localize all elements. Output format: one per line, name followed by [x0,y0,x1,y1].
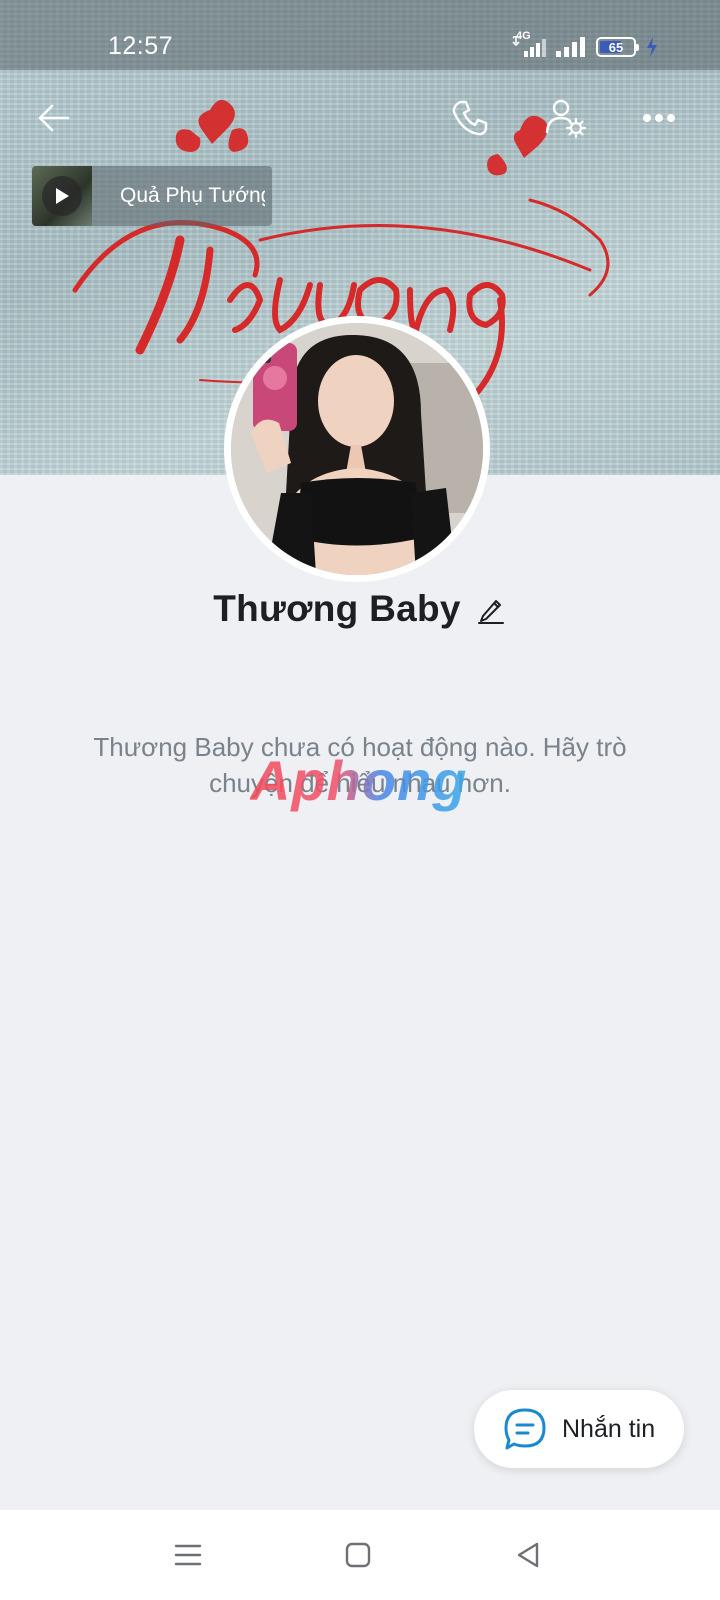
profile-name-row: Thương Baby [0,588,720,630]
profile-settings-button[interactable] [542,94,590,142]
call-button[interactable] [446,94,494,142]
pencil-icon [477,600,504,624]
profile-name: Thương Baby [213,588,461,629]
message-button-label: Nhắn tin [562,1414,656,1443]
watermark-logo: Aphong [250,749,468,812]
nav-back-button[interactable] [508,1535,548,1575]
play-icon [56,188,69,204]
music-title: Quả Phụ Tướng [120,184,265,207]
back-button[interactable] [30,94,78,142]
edit-name-button[interactable] [475,593,507,625]
status-icons: 4G 65 [510,30,658,58]
battery-icon: 65 [596,37,639,57]
user-gear-icon [545,99,587,139]
more-horizontal-icon [643,114,675,122]
profile-music-chip[interactable]: Quả Phụ Tướng [32,166,272,226]
avatar-photo [231,323,483,575]
avatar-illustration [231,323,483,575]
nav-home-button[interactable] [338,1535,378,1575]
play-button[interactable] [42,176,82,216]
charging-icon [647,37,657,57]
square-icon [345,1542,371,1568]
nav-menu-button[interactable] [168,1535,208,1575]
battery-percent: 65 [608,39,624,55]
arrow-left-icon [38,104,70,132]
triangle-back-icon [517,1542,539,1568]
profile-avatar[interactable] [224,316,490,582]
signal-icon [556,37,585,57]
music-thumbnail [32,166,92,226]
phone-icon [452,100,488,136]
status-time: 12:57 [108,32,174,60]
battery-tip [636,44,639,51]
more-button[interactable] [635,94,683,142]
menu-icon [174,1544,202,1566]
system-nav-bar [0,1510,720,1600]
message-button[interactable]: Nhắn tin [474,1390,684,1468]
chat-bubble-icon [504,1408,546,1450]
status-bar: 12:57 4G 65 [0,0,720,70]
network-4g-icon: 4G [510,30,546,58]
